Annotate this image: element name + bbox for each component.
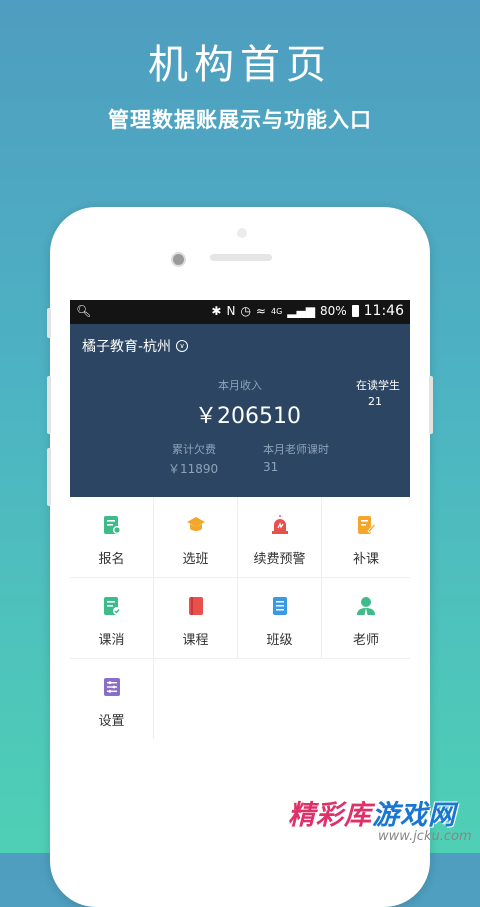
menu-item-course-consume[interactable]: 课消 (70, 578, 154, 658)
phone-side-button (47, 376, 51, 434)
course-consume-icon (103, 597, 121, 615)
menu-item-label: 续费预警 (253, 552, 306, 567)
income-value: ￥206510 (195, 404, 301, 429)
dashboard-header: 橘子教育-杭州 ∨ 本月收入 ￥206510 在读学生 21 累计欠费 ￥118… (70, 324, 410, 497)
menu-item-teacher[interactable]: 老师 (322, 578, 410, 658)
settings-icon (103, 678, 120, 696)
graduation-cap-icon (186, 517, 205, 531)
org-selector[interactable]: 橘子教育-杭州 ∨ (82, 336, 189, 356)
promo-title: 机构首页 (148, 42, 332, 88)
site-watermark: 精彩库游戏网 (288, 793, 456, 832)
signup-icon (103, 516, 121, 534)
menu-item-label: 补课 (352, 552, 379, 567)
signal-icon: ▂▄▆ (287, 304, 315, 318)
grid-row: 报名 选班 续费预警 补课 (70, 497, 410, 578)
earpiece-speaker (210, 254, 272, 261)
menu-item-label: 报名 (98, 552, 125, 567)
phone-side-button (47, 308, 51, 338)
menu-item-label: 课消 (98, 633, 125, 648)
makeup-class-icon (358, 516, 376, 534)
menu-item-course[interactable]: 课程 (154, 578, 238, 658)
bluetooth-icon: ✱ (211, 304, 222, 318)
phone-side-button (429, 376, 433, 434)
menu-item-renewal-alert[interactable]: 续费预警 (238, 497, 322, 577)
students-value[interactable]: 21 (368, 395, 382, 408)
app-screen: 🔍︎ ✱ N ◷ ≈ 4G ▂▄▆ 80% 11:46 橘子教育-杭州 ∨ 本月… (70, 300, 410, 853)
menu-item-label: 班级 (266, 633, 293, 648)
menu-item-select-class[interactable]: 选班 (154, 497, 238, 577)
grid-row: 课消 课程 班级 老师 (70, 578, 410, 659)
search-icon: 🔍︎ (76, 304, 92, 318)
watermark-url: www.jcku.com (378, 829, 472, 844)
teacher-hours-label: 本月老师课时 (263, 443, 329, 456)
alarm-icon (271, 515, 288, 534)
menu-item-label: 选班 (182, 552, 209, 567)
grid-row: 设置 (70, 659, 410, 739)
watermark-text-blue: 游戏网 (372, 800, 456, 831)
status-bar: 🔍︎ ✱ N ◷ ≈ 4G ▂▄▆ 80% 11:46 (70, 300, 410, 324)
menu-item-makeup-class[interactable]: 补课 (322, 497, 410, 577)
menu-item-signup[interactable]: 报名 (70, 497, 154, 577)
battery-icon (351, 305, 359, 317)
watermark-text-red: 精彩库 (288, 800, 372, 831)
debt-label: 累计欠费 (172, 443, 216, 456)
class-list-icon (272, 597, 287, 615)
teacher-icon (357, 597, 375, 615)
front-camera (171, 252, 186, 267)
function-grid: 报名 选班 续费预警 补课 课消 课程 班级 老师 设置 (70, 497, 410, 739)
book-icon (188, 597, 203, 615)
menu-item-label: 设置 (98, 714, 125, 729)
teacher-hours-value: 31 (263, 460, 279, 474)
alarm-clock-icon: ◷ (240, 304, 251, 318)
menu-item-label: 课程 (182, 633, 209, 648)
empty-cell (154, 659, 242, 739)
students-label[interactable]: 在读学生 (356, 377, 400, 393)
phone-side-button (47, 448, 51, 506)
sensor-dot (237, 228, 247, 238)
debt-value: ￥11890 (168, 462, 219, 476)
promo-subtitle: 管理数据账展示与功能入口 (108, 108, 372, 132)
org-name: 橘子教育-杭州 (82, 339, 172, 355)
income-label: 本月收入 (218, 379, 262, 392)
chevron-down-icon: ∨ (176, 340, 189, 352)
menu-item-label: 老师 (352, 633, 379, 648)
nfc-icon: N (226, 304, 236, 318)
clock-time: 11:46 (363, 303, 404, 319)
wifi-icon: ≈ (255, 304, 266, 318)
battery-percent: 80% (319, 304, 347, 318)
menu-item-settings[interactable]: 设置 (70, 659, 154, 739)
network-type: 4G (270, 306, 283, 316)
menu-item-class[interactable]: 班级 (238, 578, 322, 658)
